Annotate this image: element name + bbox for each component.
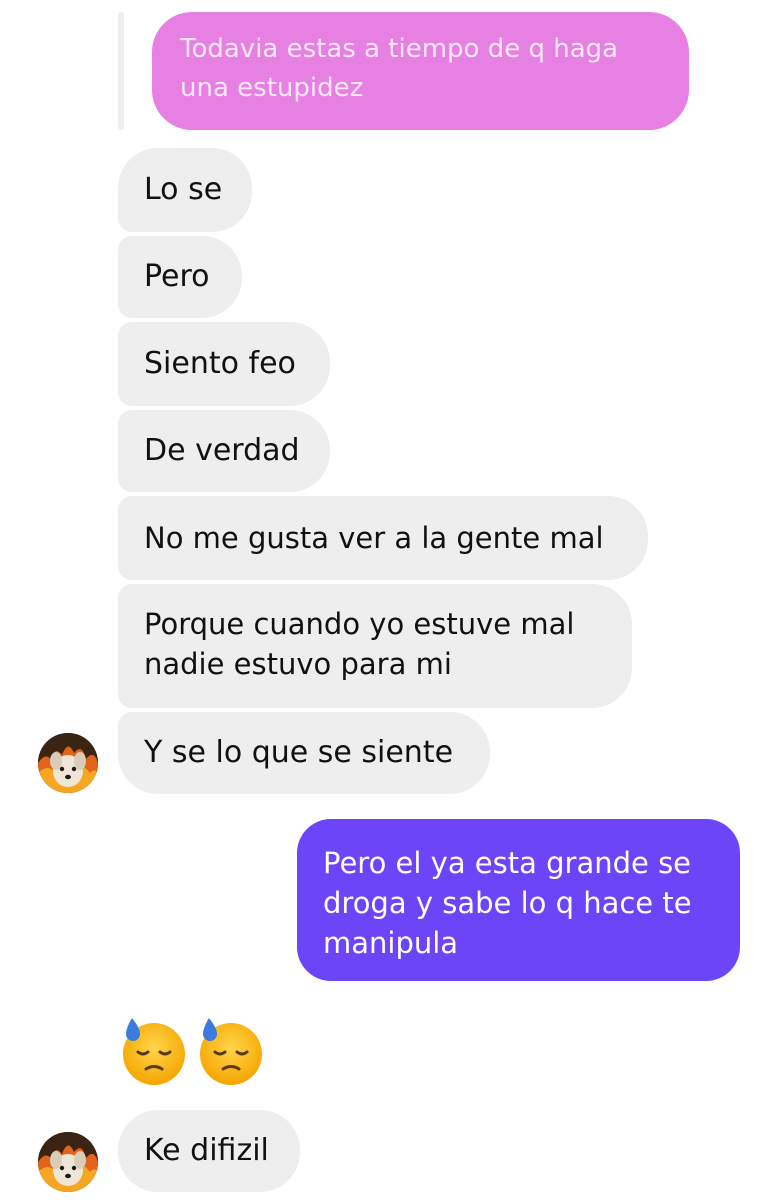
contact-avatar[interactable] (38, 1132, 98, 1192)
message-bubble-last[interactable]: Ke difizil (118, 1110, 300, 1192)
sweat-downcast-emoji-icon[interactable] (118, 1016, 188, 1086)
message-bubble-4[interactable]: De verdad (118, 410, 330, 492)
dog-fire-avatar-icon (38, 1132, 98, 1192)
outgoing-message-bubble[interactable]: Pero el ya esta grande se droga y sabe l… (297, 819, 740, 981)
reply-indicator-bar (118, 12, 124, 130)
message-bubble-2[interactable]: Pero (118, 236, 242, 318)
sweat-downcast-emoji-icon[interactable] (195, 1016, 265, 1086)
contact-avatar[interactable] (38, 733, 98, 793)
quoted-reply-bubble[interactable]: Todavia estas a tiempo de q haga una est… (152, 12, 689, 130)
message-bubble-1[interactable]: Lo se (118, 148, 252, 232)
message-bubble-6[interactable]: Porque cuando yo estuve mal nadie estuvo… (118, 584, 632, 708)
message-bubble-5[interactable]: No me gusta ver a la gente mal (118, 496, 648, 580)
message-bubble-7[interactable]: Y se lo que se siente (118, 712, 490, 794)
dog-fire-avatar-icon (38, 733, 98, 793)
message-bubble-3[interactable]: Siento feo (118, 322, 330, 406)
